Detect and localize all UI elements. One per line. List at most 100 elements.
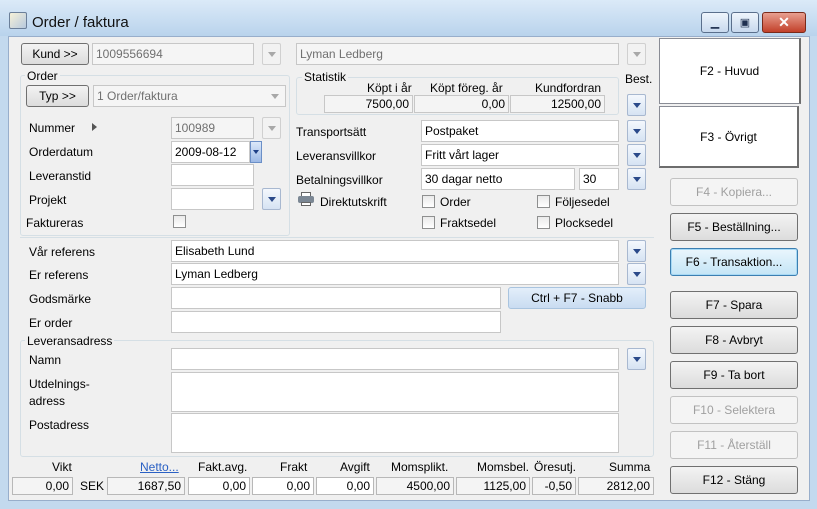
- customer-name-field[interactable]: Lyman Ledberg: [296, 43, 619, 65]
- chevron-down-icon: [632, 248, 641, 254]
- your-order-label: Er order: [29, 316, 73, 330]
- vat-amount-header: Momsbel.: [477, 460, 530, 474]
- delivery-terms-dropdown[interactable]: [627, 144, 646, 166]
- transport-field[interactable]: Postpaket: [421, 120, 619, 142]
- order-group-label: Order: [25, 69, 60, 83]
- print-picking-label: Plocksedel: [555, 216, 614, 230]
- order-number-label: Nummer: [29, 121, 76, 135]
- customer-name-dropdown[interactable]: [627, 43, 646, 65]
- chevron-down-icon: [632, 152, 641, 158]
- charge-field[interactable]: 0,00: [316, 477, 374, 495]
- minimize-button[interactable]: ▁: [701, 12, 729, 33]
- customer-number-dropdown[interactable]: [262, 43, 281, 65]
- rounding-header: Öresutj.: [534, 460, 577, 474]
- distribution-address-field[interactable]: [171, 372, 619, 412]
- chevron-down-icon: [632, 356, 641, 362]
- project-dropdown[interactable]: [262, 188, 281, 210]
- your-order-field[interactable]: [171, 311, 501, 333]
- netto-value: 1687,50: [107, 477, 185, 495]
- payment-terms-field[interactable]: 30 dagar netto: [421, 168, 575, 190]
- close-button[interactable]: ✕: [762, 12, 806, 33]
- delivery-terms-field[interactable]: Fritt vårt lager: [421, 144, 619, 166]
- stat-receivable: 12500,00: [510, 95, 605, 113]
- invoiced-checkbox[interactable]: [173, 215, 186, 228]
- goods-mark-field[interactable]: [171, 287, 501, 309]
- delivery-time-label: Leveranstid: [29, 169, 92, 183]
- stat-this-year: 7500,00: [324, 95, 413, 113]
- invoiced-label: Faktureras: [26, 216, 84, 230]
- delivery-time-field[interactable]: [171, 164, 254, 186]
- print-order-checkbox[interactable]: [422, 195, 435, 208]
- delete-button[interactable]: F9 - Ta bort: [670, 361, 798, 389]
- goods-mark-label: Godsmärke: [29, 292, 92, 306]
- order-type-field[interactable]: 1 Order/faktura: [93, 85, 286, 107]
- delivery-name-dropdown[interactable]: [627, 348, 646, 370]
- our-ref-field[interactable]: Elisabeth Lund: [171, 240, 619, 262]
- our-ref-dropdown[interactable]: [627, 240, 646, 262]
- order-date-label: Orderdatum: [29, 145, 94, 159]
- order-number-dropdown[interactable]: [262, 117, 281, 139]
- delivery-terms-label: Leveransvillkor: [296, 149, 377, 163]
- sum-header: Summa: [609, 460, 651, 474]
- restore-button[interactable]: F11 - Återställ: [670, 431, 798, 459]
- post-address-label: Postadress: [29, 418, 90, 432]
- order-date-field[interactable]: 2009-08-12: [171, 141, 250, 163]
- rounding-value: -0,50: [532, 477, 576, 495]
- your-ref-label: Er referens: [29, 268, 89, 282]
- transport-label: Transportsätt: [296, 125, 367, 139]
- freight-header: Frakt: [280, 460, 308, 474]
- payment-days-field[interactable]: 30: [579, 168, 619, 190]
- freight-field[interactable]: 0,00: [252, 477, 314, 495]
- chevron-down-icon: [632, 128, 641, 134]
- quick-button[interactable]: Ctrl + F7 - Snabb: [508, 287, 646, 309]
- order-number-field[interactable]: 100989: [171, 117, 254, 139]
- netto-link[interactable]: Netto...: [140, 460, 179, 474]
- tab-main[interactable]: F2 - Huvud: [659, 38, 801, 104]
- best-dropdown[interactable]: [627, 94, 646, 116]
- customer-number-field[interactable]: 1009556694: [92, 43, 254, 65]
- print-following-checkbox[interactable]: [537, 195, 550, 208]
- order-type-button[interactable]: Typ >>: [26, 85, 89, 107]
- sum-value: 2812,00: [578, 477, 654, 495]
- delivery-address-label: Leveransadress: [25, 334, 115, 348]
- customer-button[interactable]: Kund >>: [21, 43, 89, 65]
- separator: [20, 237, 654, 238]
- distribution-address-label-1: Utdelnings-: [29, 377, 90, 391]
- your-ref-field[interactable]: Lyman Ledberg: [171, 263, 619, 285]
- weight-value: 0,00: [12, 477, 73, 495]
- print-freight-checkbox[interactable]: [422, 216, 435, 229]
- post-address-field[interactable]: [171, 413, 619, 453]
- chevron-down-icon: [267, 125, 276, 131]
- stat-header-receivable: Kundfordran: [535, 81, 602, 95]
- transport-dropdown[interactable]: [627, 120, 646, 142]
- select-button[interactable]: F10 - Selektera: [670, 396, 798, 424]
- maximize-button[interactable]: ▣: [731, 12, 759, 33]
- printer-icon: [298, 192, 314, 206]
- our-ref-label: Vår referens: [29, 245, 96, 259]
- stat-header-last-year: Köpt föreg. år: [430, 81, 503, 95]
- invoice-fee-field[interactable]: 0,00: [188, 477, 250, 495]
- chevron-down-icon: [267, 51, 276, 57]
- order-type-chevron-icon: [271, 94, 279, 99]
- project-field[interactable]: [171, 188, 254, 210]
- invoice-fee-header: Fakt.avg.: [198, 460, 248, 474]
- delivery-name-field[interactable]: [171, 348, 619, 370]
- your-ref-dropdown[interactable]: [627, 263, 646, 285]
- print-freight-label: Fraktsedel: [440, 216, 497, 230]
- transaction-button[interactable]: F6 - Transaktion...: [670, 248, 798, 276]
- save-button[interactable]: F7 - Spara: [670, 291, 798, 319]
- title-bar: Order / faktura ▁ ▣ ✕: [0, 0, 817, 36]
- close-form-button[interactable]: F12 - Stäng: [670, 466, 798, 494]
- tab-other[interactable]: F3 - Övrigt: [659, 106, 799, 168]
- payment-terms-dropdown[interactable]: [627, 168, 646, 190]
- chevron-down-icon: [632, 271, 641, 277]
- date-picker-button[interactable]: [250, 141, 262, 163]
- print-picking-checkbox[interactable]: [537, 216, 550, 229]
- chevron-down-icon: [632, 176, 641, 182]
- vat-amount-value: 1125,00: [456, 477, 530, 495]
- copy-button[interactable]: F4 - Kopiera...: [670, 178, 798, 206]
- vat-liable-value: 4500,00: [376, 477, 454, 495]
- stat-header-this-year: Köpt i år: [367, 81, 412, 95]
- order-button[interactable]: F5 - Beställning...: [670, 213, 798, 241]
- cancel-button[interactable]: F8 - Avbryt: [670, 326, 798, 354]
